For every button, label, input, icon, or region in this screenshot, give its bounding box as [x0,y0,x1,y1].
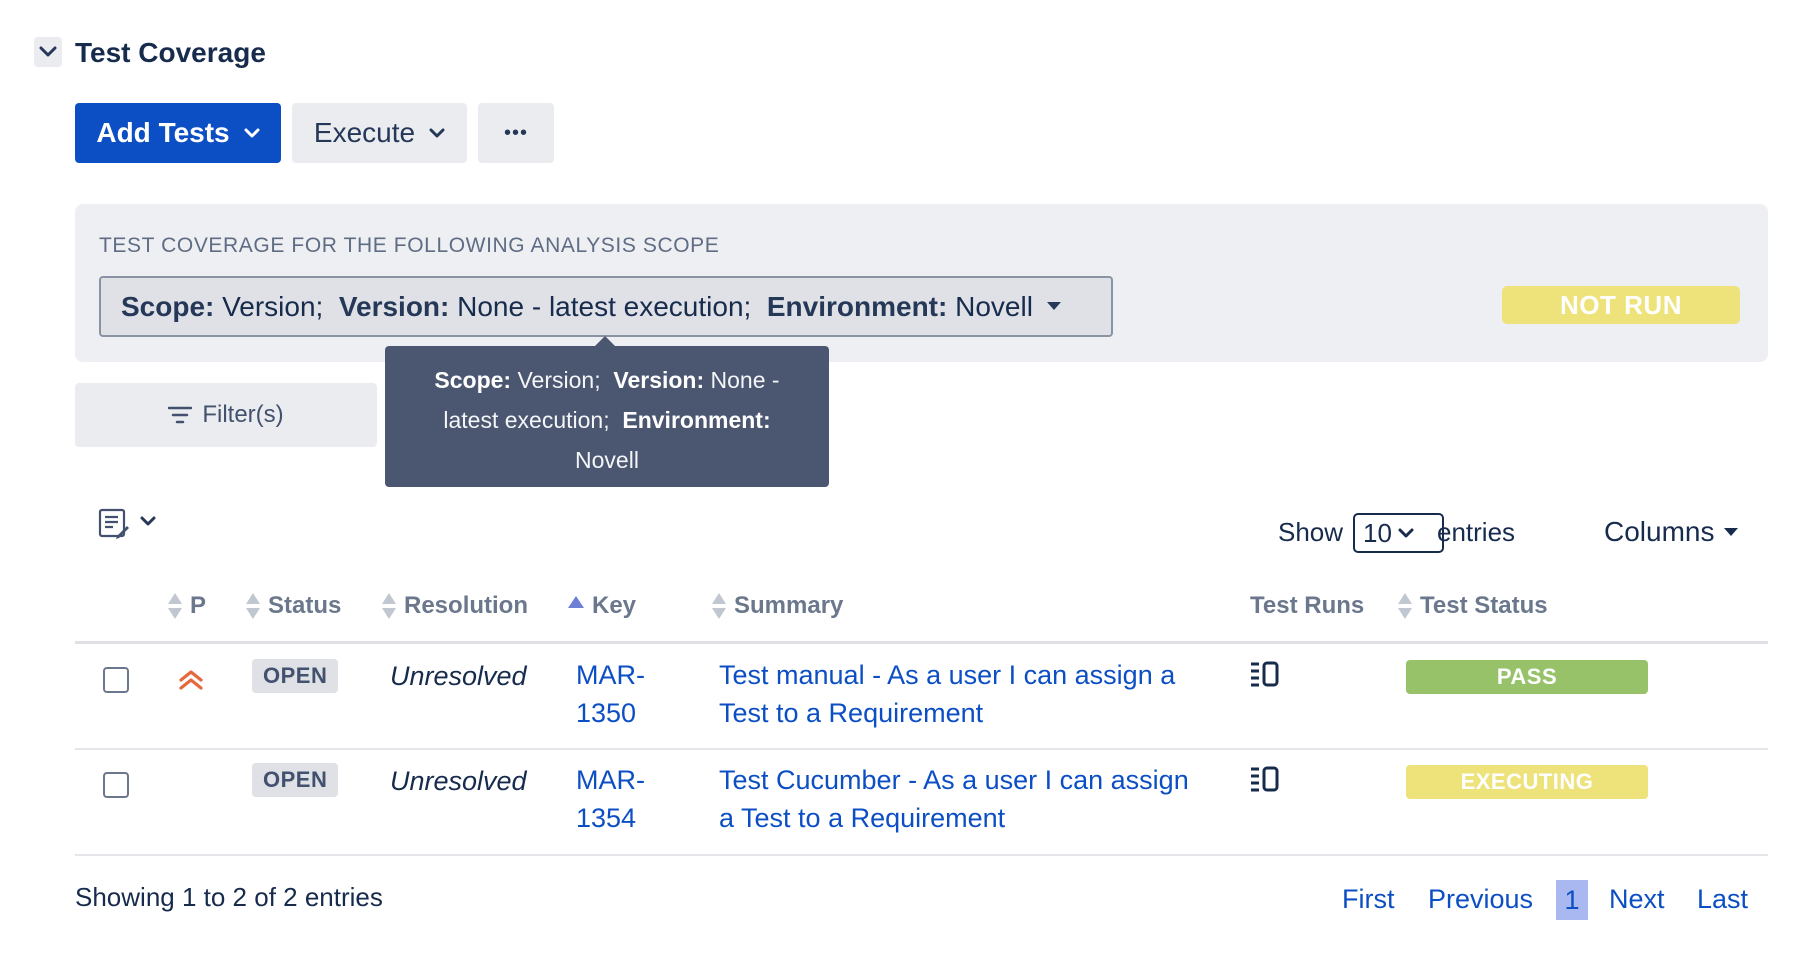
sort-icon [712,593,726,619]
caret-down-icon [1724,527,1739,536]
column-header-resolution-label: Resolution [404,592,528,619]
environment-key: Environment: [766,290,948,322]
column-header-summary[interactable]: Summary [712,592,843,620]
summary-line: Test manual - As a user I can assign a [719,660,1176,690]
row-divider [75,748,1768,750]
scope-tooltip: Scope: Version; Version: None - latest e… [385,346,829,487]
row-select-checkbox[interactable] [103,772,129,798]
environment-value: Novell [955,290,1033,322]
priority-high-icon [179,670,203,690]
pagination-last[interactable]: Last [1697,884,1748,915]
add-tests-label: Add Tests [96,117,230,148]
chevron-down-icon [1398,528,1414,537]
execute-button[interactable]: Execute [292,103,467,163]
filter-label: Filter(s) [202,401,284,428]
scope-value: Version; [222,290,324,322]
view-options-button[interactable] [98,508,130,545]
tooltip-environment-key: Environment: [622,407,771,433]
column-header-test-status-label: Test Status [1420,592,1548,619]
tooltip-version-key: Version: [613,367,705,393]
issue-key-link[interactable]: MAR- 1354 [576,761,645,837]
columns-label: Columns [1604,516,1715,547]
summary-link[interactable]: Test manual - As a user I can assign a T… [719,656,1209,732]
column-header-test-runs-label: Test Runs [1250,592,1365,619]
filter-button[interactable]: Filter(s) [75,383,377,447]
summary-link[interactable]: Test Cucumber - As a user I can assign a… [719,761,1209,837]
column-header-key[interactable]: Key [568,592,636,620]
column-header-status-label: Status [268,592,342,619]
test-status-badge: EXECUTING [1406,765,1648,799]
chevron-down-icon [244,128,260,137]
tooltip-version-value: None - [710,367,780,393]
chevron-down-icon [39,46,57,57]
test-status-badge: PASS [1406,660,1648,694]
column-header-priority[interactable]: P [168,592,206,620]
table-header-divider [75,641,1768,644]
version-key: Version: [338,290,450,322]
tooltip-arrow [595,336,615,346]
column-header-priority-label: P [190,592,207,619]
tooltip-version-value-cont: latest execution; [443,407,610,433]
show-label: Show [1278,517,1344,547]
column-header-key-label: Key [592,592,637,619]
column-header-summary-label: Summary [734,592,844,619]
chevron-down-icon [140,516,156,526]
column-header-test-runs: Test Runs [1250,592,1364,620]
sort-icon [1398,593,1412,619]
pagination-next[interactable]: Next [1609,884,1665,915]
add-tests-button[interactable]: Add Tests [75,103,281,163]
filter-icon [168,406,193,424]
sort-icon [246,593,260,619]
sort-icon [382,593,396,619]
column-header-status[interactable]: Status [246,592,341,620]
issue-key-part: 1354 [576,803,637,833]
status-lozenge: OPEN [252,659,339,693]
execute-label: Execute [313,117,416,148]
test-runs-icon[interactable] [1250,661,1280,687]
section-title: Test Coverage [75,37,266,68]
column-header-test-status[interactable]: Test Status [1398,592,1548,620]
columns-button[interactable]: Columns [1604,516,1739,548]
issue-key-part: MAR- [576,660,645,690]
summary-line: Test Cucumber - As a user I can assign [719,765,1189,795]
summary-line: Test to a Requirement [719,698,984,728]
row-divider [75,854,1768,856]
caret-down-icon [1046,302,1061,310]
overall-status-badge: NOT RUN [1502,286,1740,324]
page-size-select[interactable]: 10 [1353,513,1444,553]
status-lozenge: OPEN [252,763,339,797]
pagination-first[interactable]: First [1342,884,1394,915]
test-runs-icon[interactable] [1250,766,1280,792]
issue-key-link[interactable]: MAR- 1350 [576,656,645,732]
issue-key-part: 1350 [576,698,637,728]
showing-entries-text: Showing 1 to 2 of 2 entries [75,882,383,912]
view-options-chevron[interactable] [140,514,156,532]
page-size-value: 10 [1363,517,1392,548]
pagination-current-page[interactable]: 1 [1556,880,1588,920]
version-value: None - latest execution; [457,290,752,322]
column-header-resolution[interactable]: Resolution [382,592,528,620]
notes-edit-icon [98,508,129,539]
tooltip-scope-key: Scope: [434,367,512,393]
sort-icon [168,593,182,619]
sort-ascending-icon [568,596,584,608]
scope-key: Scope: [121,290,215,322]
summary-line: a Test to a Requirement [719,803,1006,833]
collapse-section-button[interactable] [34,37,62,67]
scope-heading: TEST COVERAGE FOR THE FOLLOWING ANALYSIS… [99,234,720,257]
pagination-previous[interactable]: Previous [1428,884,1533,915]
more-actions-button[interactable]: ••• [478,103,554,163]
scope-select[interactable]: Scope: Version; Version: None - latest e… [99,276,1113,337]
entries-label: entries [1437,517,1516,547]
chevron-down-icon [429,128,445,137]
resolution-cell: Unresolved [390,766,527,796]
issue-key-part: MAR- [576,765,645,795]
tooltip-environment-value: Novell [575,447,639,473]
row-select-checkbox[interactable] [103,667,129,693]
tooltip-scope-value: Version; [517,367,601,393]
resolution-cell: Unresolved [390,661,527,691]
more-icon: ••• [503,121,528,144]
